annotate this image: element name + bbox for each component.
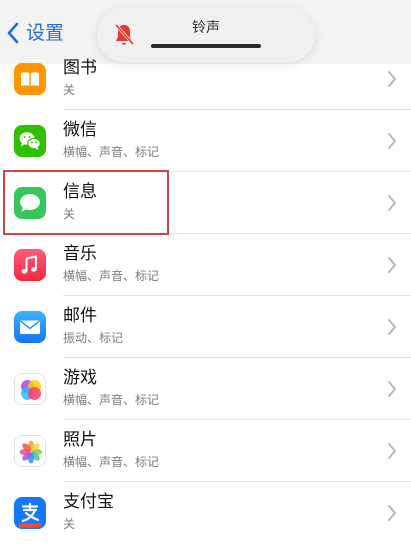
chevron-right-icon [387,132,397,150]
chevron-right-icon [387,70,397,88]
item-subtitle: 横幅、声音、标记 [63,269,160,283]
list-item-music[interactable]: 音乐 横幅、声音、标记 [0,234,411,296]
chevron-left-icon [7,22,19,44]
item-subtitle: 横幅、声音、标记 [63,145,160,159]
item-subtitle: 横幅、声音、标记 [63,393,160,407]
chevron-right-icon [387,380,397,398]
chevron-right-icon [387,442,397,460]
back-label: 设置 [26,21,65,44]
item-subtitle: 关 [63,83,76,97]
chevron-right-icon [387,504,397,522]
back-button[interactable]: 设置 [6,18,64,48]
item-title: 图书 [63,58,97,78]
item-title: 音乐 [63,244,97,264]
music-app-icon [14,249,46,281]
list-item-alipay[interactable]: 支付宝 关 [0,482,411,544]
wechat-app-icon [14,125,46,157]
list-item-books[interactable]: 图书 关 [0,48,411,110]
chevron-right-icon [387,256,397,274]
books-app-icon [14,63,46,95]
notification-app-list: 图书 关 微信 横幅、声音、标记 信息 关 音乐 横幅、声音、标记 邮件 振动、… [0,48,411,544]
chevron-right-icon [387,194,397,212]
item-title: 照片 [63,430,97,450]
list-item-mail[interactable]: 邮件 振动、标记 [0,296,411,358]
item-subtitle: 关 [63,517,76,531]
list-item-wechat[interactable]: 微信 横幅、声音、标记 [0,110,411,172]
photos-app-icon [14,435,46,467]
item-title: 邮件 [63,306,97,326]
highlight-box [3,170,169,235]
item-title: 游戏 [63,368,97,388]
chevron-right-icon [387,318,397,336]
item-subtitle: 横幅、声音、标记 [63,455,160,469]
mail-app-icon [14,311,46,343]
item-subtitle: 振动、标记 [63,331,124,345]
list-item-photos[interactable]: 照片 横幅、声音、标记 [0,420,411,482]
game-center-app-icon [14,373,46,405]
alipay-app-icon [14,497,46,529]
list-item-game-center[interactable]: 游戏 横幅、声音、标记 [0,358,411,420]
hud-title: 铃声 [192,20,220,36]
item-title: 支付宝 [63,492,114,512]
item-title: 微信 [63,120,97,140]
